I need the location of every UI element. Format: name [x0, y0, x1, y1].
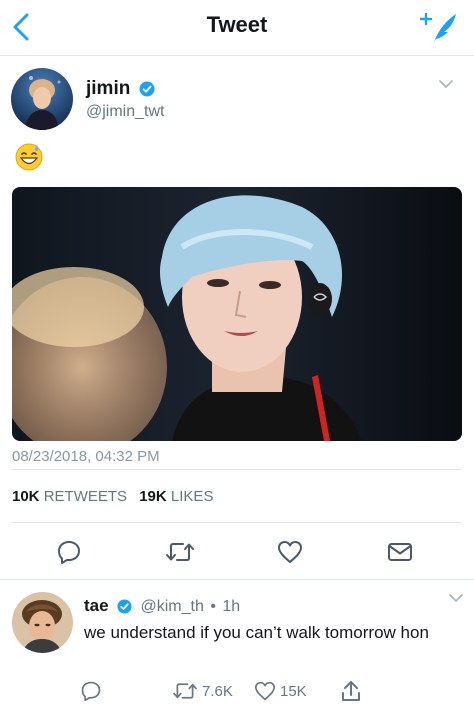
direct-message-button[interactable] — [384, 536, 416, 568]
like-icon — [278, 541, 302, 563]
tweet-text — [14, 142, 44, 172]
like-icon — [254, 681, 275, 701]
reply-actions: 7.6K 15K — [0, 678, 474, 706]
likes-count: 19K — [139, 488, 167, 505]
reply-button[interactable] — [53, 536, 85, 568]
reply-text: we understand if you can’t walk tomorrow… — [84, 623, 429, 642]
divider — [12, 469, 462, 470]
compose-quill-icon — [419, 12, 456, 42]
compose-button[interactable] — [419, 8, 460, 46]
reply-icon — [81, 681, 101, 702]
separator-dot: • — [210, 598, 216, 615]
like-button[interactable]: 15K — [254, 678, 307, 704]
verified-badge-icon — [139, 81, 155, 97]
like-count: 15K — [280, 682, 307, 700]
reply-header: tae @kim_th • 1h — [84, 596, 240, 616]
author-handle[interactable]: @kim_th — [140, 598, 203, 615]
share-icon — [342, 681, 360, 701]
retweet-icon — [173, 683, 197, 699]
retweet-button[interactable] — [164, 536, 196, 568]
reply-tweet[interactable]: tae @kim_th • 1h we understand if you ca… — [0, 580, 474, 719]
direct-message-icon — [388, 543, 412, 561]
likes-stat[interactable]: 19K LIKES — [139, 488, 213, 505]
like-button[interactable] — [274, 536, 306, 568]
grinning-face-with-sweat-emoji — [15, 143, 43, 171]
divider — [12, 522, 462, 523]
main-tweet: jimin @jimin_twt 08/23/2018, 04:32 PM 10… — [0, 56, 474, 580]
tweet-options-button[interactable] — [446, 588, 466, 608]
navigation-bar: Tweet — [0, 0, 474, 56]
retweets-label: RETWEETS — [43, 488, 128, 505]
avatar[interactable] — [11, 68, 73, 130]
author-name[interactable]: tae — [84, 596, 109, 615]
page-title: Tweet — [206, 12, 268, 37]
author-name: jimin — [86, 78, 131, 99]
avatar[interactable] — [12, 592, 73, 653]
likes-label: LIKES — [170, 488, 214, 505]
verified-badge-icon — [117, 599, 132, 614]
share-button[interactable] — [340, 678, 366, 704]
tweet-timestamp: 08/23/2018, 04:32 PM — [12, 448, 160, 465]
retweet-button[interactable]: 7.6K — [172, 678, 233, 704]
tweet-options-button[interactable] — [434, 72, 458, 96]
reply-time: 1h — [222, 598, 241, 615]
retweets-count: 10K — [12, 488, 40, 505]
author-block[interactable]: jimin @jimin_twt — [86, 78, 164, 121]
tweet-stats: 10K RETWEETS 19K LIKES — [12, 488, 221, 505]
retweet-count: 7.6K — [202, 682, 233, 700]
tweet-actions — [0, 532, 474, 572]
retweets-stat[interactable]: 10K RETWEETS — [12, 488, 127, 505]
retweet-icon — [166, 543, 194, 561]
author-handle: @jimin_twt — [86, 103, 165, 120]
chevron-down-icon — [449, 594, 463, 602]
tweet-media-image[interactable] — [12, 187, 462, 441]
chevron-down-icon — [439, 80, 453, 88]
reply-icon — [58, 541, 80, 564]
reply-button[interactable] — [80, 678, 106, 704]
